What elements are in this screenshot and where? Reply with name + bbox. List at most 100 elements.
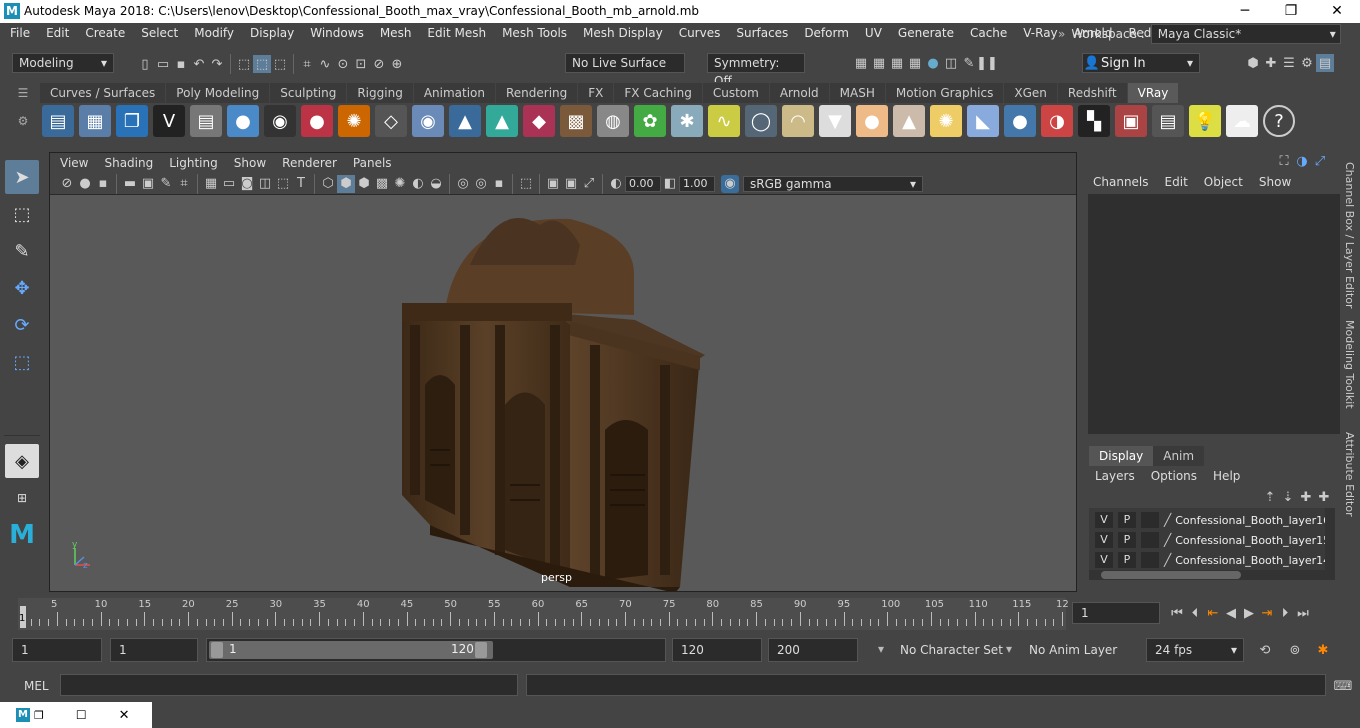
two-d-pan-icon[interactable]: ▣ — [139, 175, 157, 193]
color-management-icon[interactable]: ◉ — [721, 174, 739, 193]
minimize-button[interactable]: ─ — [1222, 2, 1268, 21]
render-sequence-icon[interactable]: ▦ — [870, 54, 888, 72]
move-layer-up-icon[interactable]: ⇡ — [1261, 488, 1279, 506]
vray-checker-icon[interactable]: ▚ — [1078, 105, 1110, 137]
layer-visibility-toggle[interactable]: V — [1095, 532, 1113, 548]
ipr-render-icon[interactable]: ▦ — [888, 54, 906, 72]
menu-overflow-icon[interactable]: » — [1058, 27, 1065, 41]
layer-name[interactable]: Confessional_Booth_layer16 — [1175, 514, 1330, 527]
shelf-tab-motion-graphics[interactable]: Motion Graphics — [885, 83, 1004, 103]
camera-attributes-icon[interactable]: ● — [76, 175, 94, 193]
go-to-end-icon[interactable]: ⏭ — [1294, 604, 1312, 622]
single-perspective-layout-icon[interactable]: ◈ — [5, 444, 39, 478]
layer-list-scrollbar[interactable] — [1089, 570, 1335, 580]
go-to-start-icon[interactable]: ⏮ — [1168, 604, 1186, 622]
render-settings-icon[interactable]: ▦ — [906, 54, 924, 72]
lighting-icon[interactable]: ✺ — [391, 175, 409, 193]
step-back-frame-icon[interactable]: ⏴ — [1186, 604, 1204, 622]
range-start-handle[interactable] — [211, 642, 223, 658]
step-forward-key-icon[interactable]: ⇥ — [1258, 604, 1276, 622]
vray-fur-icon[interactable]: ▲ — [449, 105, 481, 137]
shelf-tab-rendering[interactable]: Rendering — [496, 83, 578, 103]
vray-asset-editor-icon[interactable]: ▤ — [42, 105, 74, 137]
grid-icon[interactable]: ⌗ — [175, 175, 193, 193]
layer-menu-help[interactable]: Help — [1205, 469, 1248, 483]
vray-spot-light-icon[interactable]: ▼ — [819, 105, 851, 137]
layer-color-swatch[interactable] — [1141, 532, 1159, 548]
move-tool-icon[interactable]: ✥ — [5, 271, 39, 305]
menu-curves[interactable]: Curves — [671, 23, 729, 44]
fps-dropdown[interactable]: 24 fps ▾ — [1146, 638, 1244, 662]
vray-volume-icon[interactable]: ▲ — [486, 105, 518, 137]
vray-rect-light-icon[interactable]: ◠ — [782, 105, 814, 137]
new-layer-icon[interactable]: ✚ — [1297, 488, 1315, 506]
command-language-label[interactable]: MEL — [24, 679, 49, 693]
maximize-button[interactable]: ❐ — [1268, 2, 1314, 21]
viewport-menu-renderer[interactable]: Renderer — [274, 153, 345, 173]
channel-box-icon[interactable]: ▤ — [1316, 54, 1334, 72]
menu-set-dropdown[interactable]: Modeling ▾ — [12, 53, 114, 73]
layer-row[interactable]: V P ╱ Confessional_Booth_layer16 — [1089, 510, 1335, 530]
grease-pencil-icon[interactable]: ✎ — [157, 175, 175, 193]
shelf-tab-poly-modeling[interactable]: Poly Modeling — [166, 83, 270, 103]
vray-logo-icon[interactable]: V — [153, 105, 185, 137]
channel-box-filter-icon[interactable]: ⛶ — [1275, 152, 1293, 170]
vray-flag-icon[interactable]: ◑ — [1041, 105, 1073, 137]
vray-material-icon[interactable]: ● — [301, 105, 333, 137]
lasso-tool-icon[interactable]: ⬚ — [5, 197, 39, 231]
undo-icon[interactable]: ↶ — [190, 55, 208, 73]
chevron-down-icon[interactable]: ▾ — [1006, 642, 1012, 656]
vray-mesh-light-icon[interactable]: ◇ — [375, 105, 407, 137]
vray-cloud-icon[interactable]: ☁ — [1226, 105, 1258, 137]
shelf-tab-redshift[interactable]: Redshift — [1057, 83, 1127, 103]
range-end-handle[interactable] — [475, 642, 487, 658]
vray-sun-icon[interactable]: ✺ — [930, 105, 962, 137]
play-backwards-icon[interactable]: ◀ — [1222, 604, 1240, 622]
wireframe-on-shaded-icon[interactable]: ⬢ — [355, 175, 373, 193]
new-scene-icon[interactable]: ▯ — [136, 55, 154, 73]
field-chart-icon[interactable]: ◫ — [256, 175, 274, 193]
move-layer-down-icon[interactable]: ⇣ — [1279, 488, 1297, 506]
vray-batch-render-icon[interactable]: ▦ — [79, 105, 111, 137]
tab-channel-box-layer-editor[interactable]: Channel Box / Layer Editor — [1343, 162, 1356, 309]
menu-file[interactable]: File — [2, 23, 38, 44]
four-view-layout-icon[interactable]: ⊞ — [5, 481, 39, 515]
redo-icon[interactable]: ↷ — [208, 55, 226, 73]
vray-ies-icon[interactable]: ▲ — [893, 105, 925, 137]
menu-cache[interactable]: Cache — [962, 23, 1015, 44]
smooth-shade-icon[interactable]: ⬢ — [337, 174, 355, 193]
shelf-tab-fx-caching[interactable]: FX Caching — [614, 83, 702, 103]
vray-scene-icon[interactable]: ▤ — [190, 105, 222, 137]
attribute-toggle-icon[interactable]: ⤢ — [1311, 152, 1329, 170]
image-plane-icon[interactable]: ▬ — [121, 175, 139, 193]
resolution-gate-icon[interactable]: ▭ — [220, 175, 238, 193]
select-hierarchy-icon[interactable]: ⬚ — [235, 55, 253, 73]
shelf-tab-mash[interactable]: MASH — [829, 83, 885, 103]
close-button[interactable]: ✕ — [1314, 2, 1360, 21]
command-input[interactable] — [60, 674, 518, 696]
menu-modify[interactable]: Modify — [186, 23, 242, 44]
maximize-icon[interactable]: ☐ — [76, 708, 87, 722]
character-set-label[interactable]: No Character Set — [900, 643, 1003, 657]
sign-in-button[interactable]: 👤 Sign In ▾ — [1082, 53, 1200, 73]
shelf-tab-fx[interactable]: FX — [578, 83, 614, 103]
isolate-select-icon[interactable]: ⬚ — [517, 175, 535, 193]
shelf-settings-icon[interactable]: ⚙ — [14, 114, 32, 128]
exposure-icon[interactable]: ◐ — [607, 175, 625, 193]
select-component-icon[interactable]: ⬚ — [271, 55, 289, 73]
menu-surfaces[interactable]: Surfaces — [728, 23, 796, 44]
vray-render-icon[interactable]: ▣ — [1115, 105, 1147, 137]
menu-mesh[interactable]: Mesh — [372, 23, 420, 44]
new-layer-selected-icon[interactable]: ✚ — [1315, 488, 1333, 506]
start-time-field[interactable]: 1 — [12, 638, 102, 662]
range-slider[interactable]: 1 120 — [206, 638, 666, 662]
exposure-field[interactable]: 0.00 — [625, 175, 661, 192]
shelf-tab-xgen[interactable]: XGen — [1004, 83, 1057, 103]
snap-grid-icon[interactable]: ⌗ — [298, 55, 316, 73]
layer-menu-options[interactable]: Options — [1143, 469, 1205, 483]
menu-display[interactable]: Display — [242, 23, 302, 44]
layer-list-vertical-scrollbar[interactable] — [1325, 508, 1335, 570]
menu-uv[interactable]: UV — [857, 23, 890, 44]
gamma-icon[interactable]: ◧ — [661, 175, 679, 193]
vray-omni-light-icon[interactable]: ● — [856, 105, 888, 137]
